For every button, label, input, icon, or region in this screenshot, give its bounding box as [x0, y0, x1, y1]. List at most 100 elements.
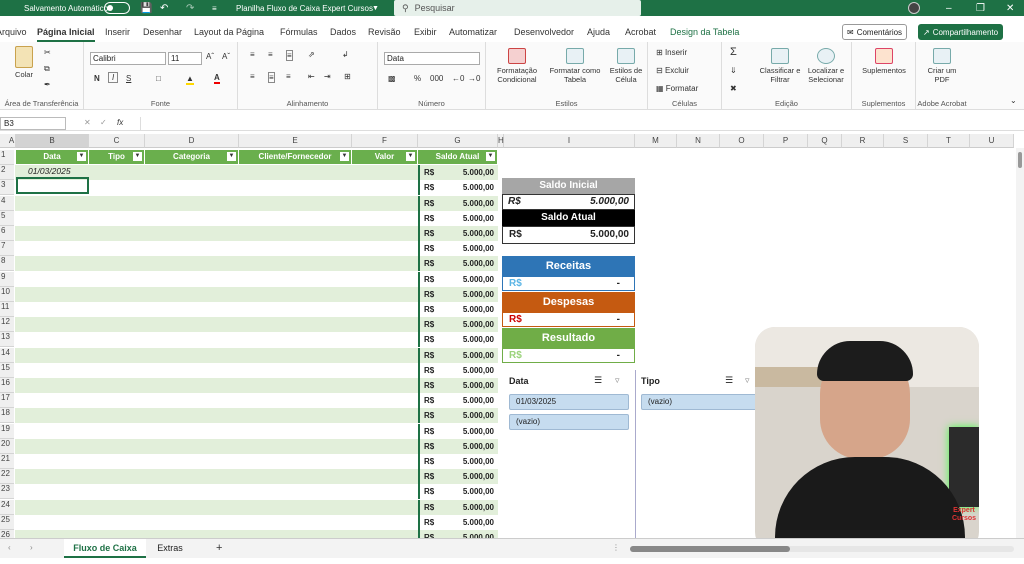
table-row[interactable]	[15, 302, 418, 317]
table-row[interactable]	[15, 317, 418, 332]
italic-button[interactable]: I	[108, 72, 119, 83]
clear-icon[interactable]: ✖	[730, 84, 737, 93]
col-header-q[interactable]: Q	[808, 134, 842, 148]
table-row[interactable]	[15, 454, 418, 469]
multi-select-icon[interactable]: ☰	[594, 375, 602, 386]
font-size-dropdown[interactable]: 11	[168, 52, 202, 65]
row-header[interactable]: 10	[0, 287, 14, 302]
merge-icon[interactable]: ⊞	[344, 72, 351, 81]
slicer-data-item[interactable]: 01/03/2025	[509, 394, 629, 410]
table-row[interactable]	[15, 378, 418, 393]
tab-inserir[interactable]: Inserir	[105, 22, 130, 42]
table-row[interactable]	[15, 226, 418, 241]
row-header[interactable]: 11	[0, 302, 14, 317]
share-button[interactable]: ↗ Compartilhamento	[918, 24, 1004, 40]
copy-icon[interactable]: ⧉	[44, 64, 50, 74]
saldo-cell[interactable]: R$ 5.000,00	[418, 500, 498, 515]
slicer-tipo-item[interactable]: (vazio)	[641, 394, 757, 410]
font-shrink-icon[interactable]: Aˇ	[222, 52, 230, 61]
row-header[interactable]: 9	[0, 272, 14, 287]
increase-indent-icon[interactable]: ⇥	[324, 72, 331, 81]
thousands-icon[interactable]: 000	[430, 74, 443, 83]
find-select-button[interactable]: Localizar e Selecionar	[802, 48, 850, 84]
row-header[interactable]: 16	[0, 378, 14, 393]
tab-dados[interactable]: Dados	[330, 22, 356, 42]
conditional-formatting-button[interactable]: Formatação Condicional	[490, 48, 544, 84]
filter-button-data[interactable]: ▼	[77, 152, 86, 161]
tab-revisao[interactable]: Revisão	[368, 22, 401, 42]
underline-button[interactable]: S	[126, 74, 131, 83]
saldo-cell[interactable]: R$ 5.000,00	[418, 424, 498, 439]
avatar[interactable]	[908, 2, 920, 14]
tab-split-icon[interactable]: ⋮	[612, 543, 620, 552]
chevron-down-icon[interactable]: ▼	[372, 0, 379, 16]
clear-filter-icon[interactable]: ▿	[745, 375, 750, 386]
paste-button[interactable]: Colar	[10, 46, 38, 79]
close-icon[interactable]: ✕	[1006, 0, 1014, 16]
row-header[interactable]: 19	[0, 424, 14, 439]
col-header-u[interactable]: U	[970, 134, 1014, 148]
tab-exibir[interactable]: Exibir	[414, 22, 437, 42]
saldo-inicial-value[interactable]: 5.000,00	[590, 195, 629, 209]
align-bottom-icon[interactable]: ≡	[286, 50, 293, 61]
row-header[interactable]: 2	[0, 165, 14, 180]
tab-layout[interactable]: Layout da Página	[194, 22, 264, 42]
table-row[interactable]	[15, 256, 418, 271]
saldo-cell[interactable]: R$ 5.000,00	[418, 378, 498, 393]
tab-arquivo[interactable]: Arquivo	[0, 22, 27, 42]
tab-acrobat[interactable]: Acrobat	[625, 22, 656, 42]
row-header[interactable]: 8	[0, 256, 14, 271]
horizontal-scrollbar[interactable]	[630, 546, 1014, 552]
tab-design-tabela[interactable]: Design da Tabela	[670, 22, 739, 42]
tab-pagina-inicial[interactable]: Página Inicial	[37, 22, 95, 42]
name-box[interactable]: B3	[0, 117, 66, 130]
slicer-tipo[interactable]: Tipo ☰ ▿ (vazio)	[637, 370, 757, 538]
saldo-cell[interactable]: R$ 5.000,00	[418, 348, 498, 363]
comments-button[interactable]: ✉ Comentários	[842, 24, 908, 40]
table-row[interactable]	[15, 272, 418, 287]
col-header-p[interactable]: P	[764, 134, 808, 148]
active-cell-b3[interactable]	[16, 177, 89, 194]
col-header-b[interactable]: B	[16, 134, 89, 148]
filter-button-saldo[interactable]: ▼	[486, 152, 495, 161]
sort-filter-button[interactable]: Classificar e Filtrar	[758, 48, 802, 84]
format-cells-button[interactable]: ▦ Formatar	[656, 84, 698, 93]
row-header[interactable]: 21	[0, 454, 14, 469]
autosave-toggle[interactable]	[104, 2, 130, 14]
fill-color-icon[interactable]: ▲	[186, 74, 194, 85]
minimize-icon[interactable]: –	[946, 0, 952, 16]
saldo-cell[interactable]: R$ 5.000,00	[418, 241, 498, 256]
tab-desenhar[interactable]: Desenhar	[143, 22, 182, 42]
table-row[interactable]	[15, 500, 418, 515]
row-header[interactable]: 26	[0, 530, 14, 538]
col-header-o[interactable]: O	[720, 134, 764, 148]
cut-icon[interactable]: ✂	[44, 48, 51, 57]
row-header[interactable]: 17	[0, 393, 14, 408]
borders-icon[interactable]: □	[156, 74, 161, 83]
col-header-m[interactable]: M	[635, 134, 677, 148]
format-painter-icon[interactable]: ✒	[44, 80, 51, 89]
confirm-entry-icon[interactable]: ✓	[100, 118, 107, 127]
row-header[interactable]: 13	[0, 332, 14, 347]
add-sheet-icon[interactable]: +	[216, 542, 222, 554]
wrap-text-icon[interactable]: ↲	[342, 50, 349, 59]
restore-icon[interactable]: ❐	[976, 0, 985, 16]
table-row[interactable]	[15, 408, 418, 423]
col-header-r[interactable]: R	[842, 134, 884, 148]
align-top-icon[interactable]: ≡	[250, 50, 255, 59]
vertical-scrollbar[interactable]	[1016, 148, 1024, 538]
row-header[interactable]: 14	[0, 348, 14, 363]
saldo-cell[interactable]: R$ 5.000,00	[418, 393, 498, 408]
col-header-d[interactable]: D	[145, 134, 239, 148]
table-row[interactable]	[15, 287, 418, 302]
table-row[interactable]	[15, 439, 418, 454]
tab-ajuda[interactable]: Ajuda	[587, 22, 610, 42]
row-header[interactable]: 24	[0, 500, 14, 515]
row-header[interactable]: 23	[0, 484, 14, 499]
saldo-cell[interactable]: R$ 5.000,00	[418, 317, 498, 332]
filter-button-cliente[interactable]: ▼	[340, 152, 349, 161]
saldo-cell[interactable]: R$ 5.000,00	[418, 454, 498, 469]
table-row[interactable]	[15, 196, 418, 211]
percent-icon[interactable]: %	[414, 74, 421, 83]
saldo-cell[interactable]: R$ 5.000,00	[418, 515, 498, 530]
